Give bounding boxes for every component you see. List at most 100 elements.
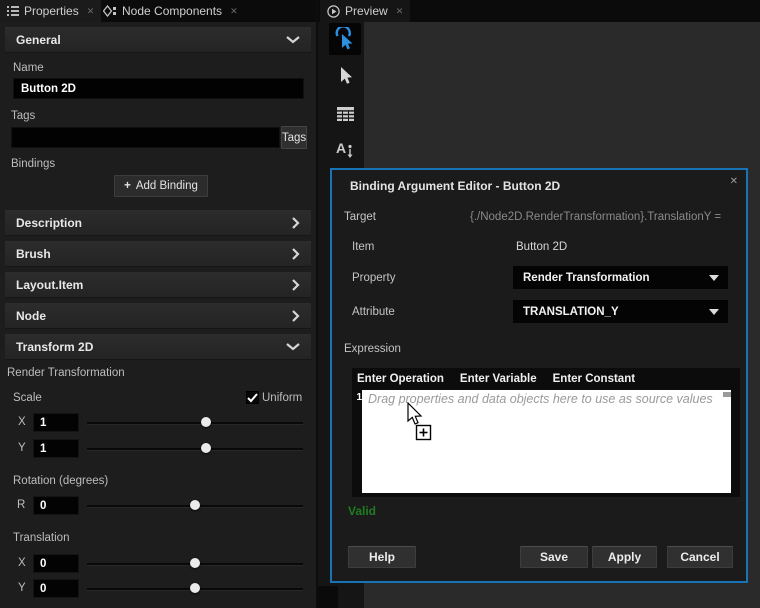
- section-layout-item[interactable]: Layout.Item: [5, 272, 311, 298]
- uniform-label: Uniform: [262, 392, 302, 404]
- tab-preview-label: Preview: [345, 4, 388, 18]
- tab-node-components[interactable]: Node Components ✕: [96, 0, 245, 22]
- close-icon[interactable]: ✕: [396, 6, 404, 17]
- tab-properties-label: Properties: [24, 4, 79, 18]
- slider-thumb[interactable]: [201, 443, 211, 453]
- apply-button[interactable]: Apply: [592, 546, 657, 568]
- section-general[interactable]: General: [5, 27, 311, 53]
- preview-tabbar: Preview ✕: [318, 0, 760, 22]
- close-icon[interactable]: ✕: [87, 6, 95, 17]
- dialog-close-icon[interactable]: ✕: [730, 176, 738, 187]
- section-node[interactable]: Node: [5, 303, 311, 329]
- slider-thumb[interactable]: [190, 500, 200, 510]
- name-input[interactable]: [13, 78, 304, 99]
- target-value: {./Node2D.RenderTransformation}.Translat…: [470, 211, 721, 223]
- translation-label: Translation: [13, 532, 69, 544]
- editor-scrollbar[interactable]: [723, 392, 731, 397]
- tab-preview[interactable]: Preview ✕: [320, 0, 410, 22]
- checkbox-check-icon: [247, 393, 258, 403]
- section-brush[interactable]: Brush: [5, 241, 311, 267]
- close-icon[interactable]: ✕: [230, 6, 238, 17]
- property-label: Property: [352, 272, 395, 284]
- attribute-dropdown[interactable]: TRANSLATION_Y: [513, 300, 728, 323]
- tab-properties[interactable]: Properties ✕: [0, 0, 101, 22]
- dialog-title: Binding Argument Editor - Button 2D: [350, 179, 560, 193]
- rotation-input[interactable]: [33, 496, 79, 515]
- validation-status: Valid: [348, 504, 376, 518]
- scale-y-input[interactable]: [33, 439, 79, 458]
- rotation-label: Rotation (degrees): [13, 475, 108, 487]
- node-components-icon: [103, 5, 117, 17]
- line-number: 1: [353, 390, 362, 493]
- section-label: General: [16, 33, 286, 47]
- section-description[interactable]: Description: [5, 210, 311, 236]
- text-analyze-tool-button[interactable]: A: [329, 134, 361, 166]
- chevron-down-icon: [709, 309, 719, 315]
- help-button[interactable]: Help: [348, 546, 416, 568]
- drag-copy-cursor-icon: [403, 402, 439, 444]
- translation-y-slider[interactable]: [87, 579, 303, 598]
- properties-panel: General Name Tags Tags Bindings + Add Bi…: [0, 22, 316, 608]
- chevron-right-icon: [292, 217, 300, 229]
- chevron-down-icon: [286, 36, 300, 44]
- scale-label: Scale: [13, 392, 42, 404]
- enter-operation-button[interactable]: Enter Operation: [357, 373, 444, 385]
- slider-track[interactable]: [87, 448, 303, 450]
- scale-x-input[interactable]: [33, 413, 79, 432]
- expression-label: Expression: [344, 343, 401, 355]
- properties-list-icon: [7, 6, 19, 16]
- scale-y-slider[interactable]: [87, 439, 303, 458]
- save-button[interactable]: Save: [520, 546, 588, 568]
- tags-button[interactable]: Tags: [281, 126, 307, 149]
- expression-toolbar: Enter Operation Enter Variable Enter Con…: [352, 368, 740, 390]
- add-binding-button[interactable]: + Add Binding: [114, 175, 208, 197]
- interact-cursor-icon: [334, 27, 356, 51]
- axis-label: Y: [18, 442, 26, 454]
- chevron-right-icon: [292, 310, 300, 322]
- text-tool-icon: A: [336, 141, 354, 160]
- left-tabbar: Properties ✕ Node Components ✕: [0, 0, 316, 22]
- translation-y-input[interactable]: [33, 579, 79, 598]
- bindings-label: Bindings: [11, 158, 55, 170]
- tags-input[interactable]: [11, 127, 280, 148]
- axis-label: R: [17, 499, 25, 511]
- property-dropdown[interactable]: Render Transformation: [513, 266, 728, 289]
- scrollbar-corner: [318, 586, 338, 608]
- interact-tool-button[interactable]: [329, 23, 361, 55]
- chevron-down-icon: [286, 343, 300, 351]
- name-label: Name: [13, 62, 44, 74]
- tab-node-components-label: Node Components: [122, 4, 222, 18]
- rotation-slider[interactable]: [87, 496, 303, 515]
- slider-thumb[interactable]: [190, 558, 200, 568]
- enter-constant-button[interactable]: Enter Constant: [553, 373, 635, 385]
- slider-thumb[interactable]: [201, 417, 211, 427]
- grid-tool-button[interactable]: [329, 98, 361, 130]
- select-cursor-icon: [338, 66, 353, 86]
- table-grid-icon: [337, 107, 354, 121]
- translation-x-slider[interactable]: [87, 554, 303, 573]
- slider-thumb[interactable]: [190, 583, 200, 593]
- cancel-button[interactable]: Cancel: [667, 546, 733, 568]
- attribute-label: Attribute: [352, 306, 395, 318]
- item-value: Button 2D: [516, 241, 567, 253]
- enter-variable-button[interactable]: Enter Variable: [460, 373, 537, 385]
- slider-track[interactable]: [87, 422, 303, 424]
- chevron-right-icon: [292, 248, 300, 260]
- target-label: Target: [344, 211, 376, 223]
- chevron-down-icon: [709, 275, 719, 281]
- chevron-right-icon: [292, 279, 300, 291]
- axis-label: X: [18, 416, 26, 428]
- tags-label: Tags: [11, 110, 35, 122]
- render-transformation-label: Render Transformation: [7, 367, 125, 379]
- item-label: Item: [352, 241, 374, 253]
- axis-label: X: [18, 557, 26, 569]
- play-circle-icon: [327, 5, 340, 18]
- select-tool-button[interactable]: [329, 60, 361, 92]
- axis-label: Y: [18, 582, 26, 594]
- uniform-checkbox[interactable]: [246, 391, 259, 404]
- section-transform-2d[interactable]: Transform 2D: [5, 334, 311, 360]
- scale-x-slider[interactable]: [87, 413, 303, 432]
- translation-x-input[interactable]: [33, 554, 79, 573]
- binding-argument-editor-dialog: Binding Argument Editor - Button 2D ✕ Ta…: [330, 168, 748, 583]
- plus-icon: +: [124, 180, 131, 192]
